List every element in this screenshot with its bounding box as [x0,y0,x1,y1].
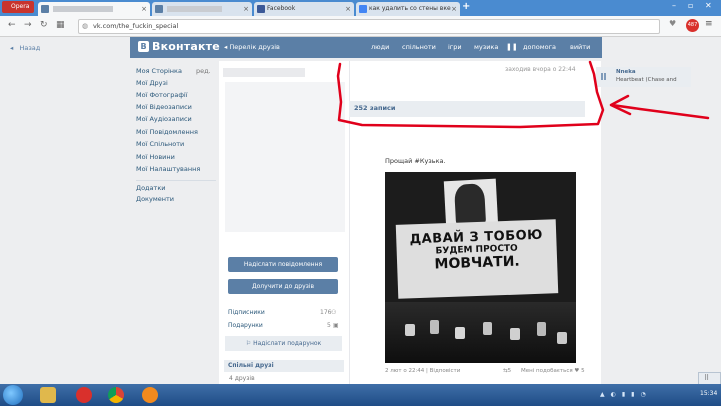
chrome-icon[interactable] [108,387,124,403]
firefox-icon[interactable] [142,387,158,403]
system-tray-icons[interactable]: ▲◐▮▮◔ [600,391,652,398]
red-annotation [336,60,710,129]
taskbar-clock[interactable]: 15:34 [700,390,717,397]
windows-taskbar: ▲◐▮▮◔ 15:34 [0,384,721,406]
start-button[interactable] [3,385,23,405]
explorer-icon[interactable] [40,387,56,403]
red-outline [336,60,605,129]
grid-icon: ⠿ [704,374,710,382]
opera-icon[interactable] [76,387,92,403]
